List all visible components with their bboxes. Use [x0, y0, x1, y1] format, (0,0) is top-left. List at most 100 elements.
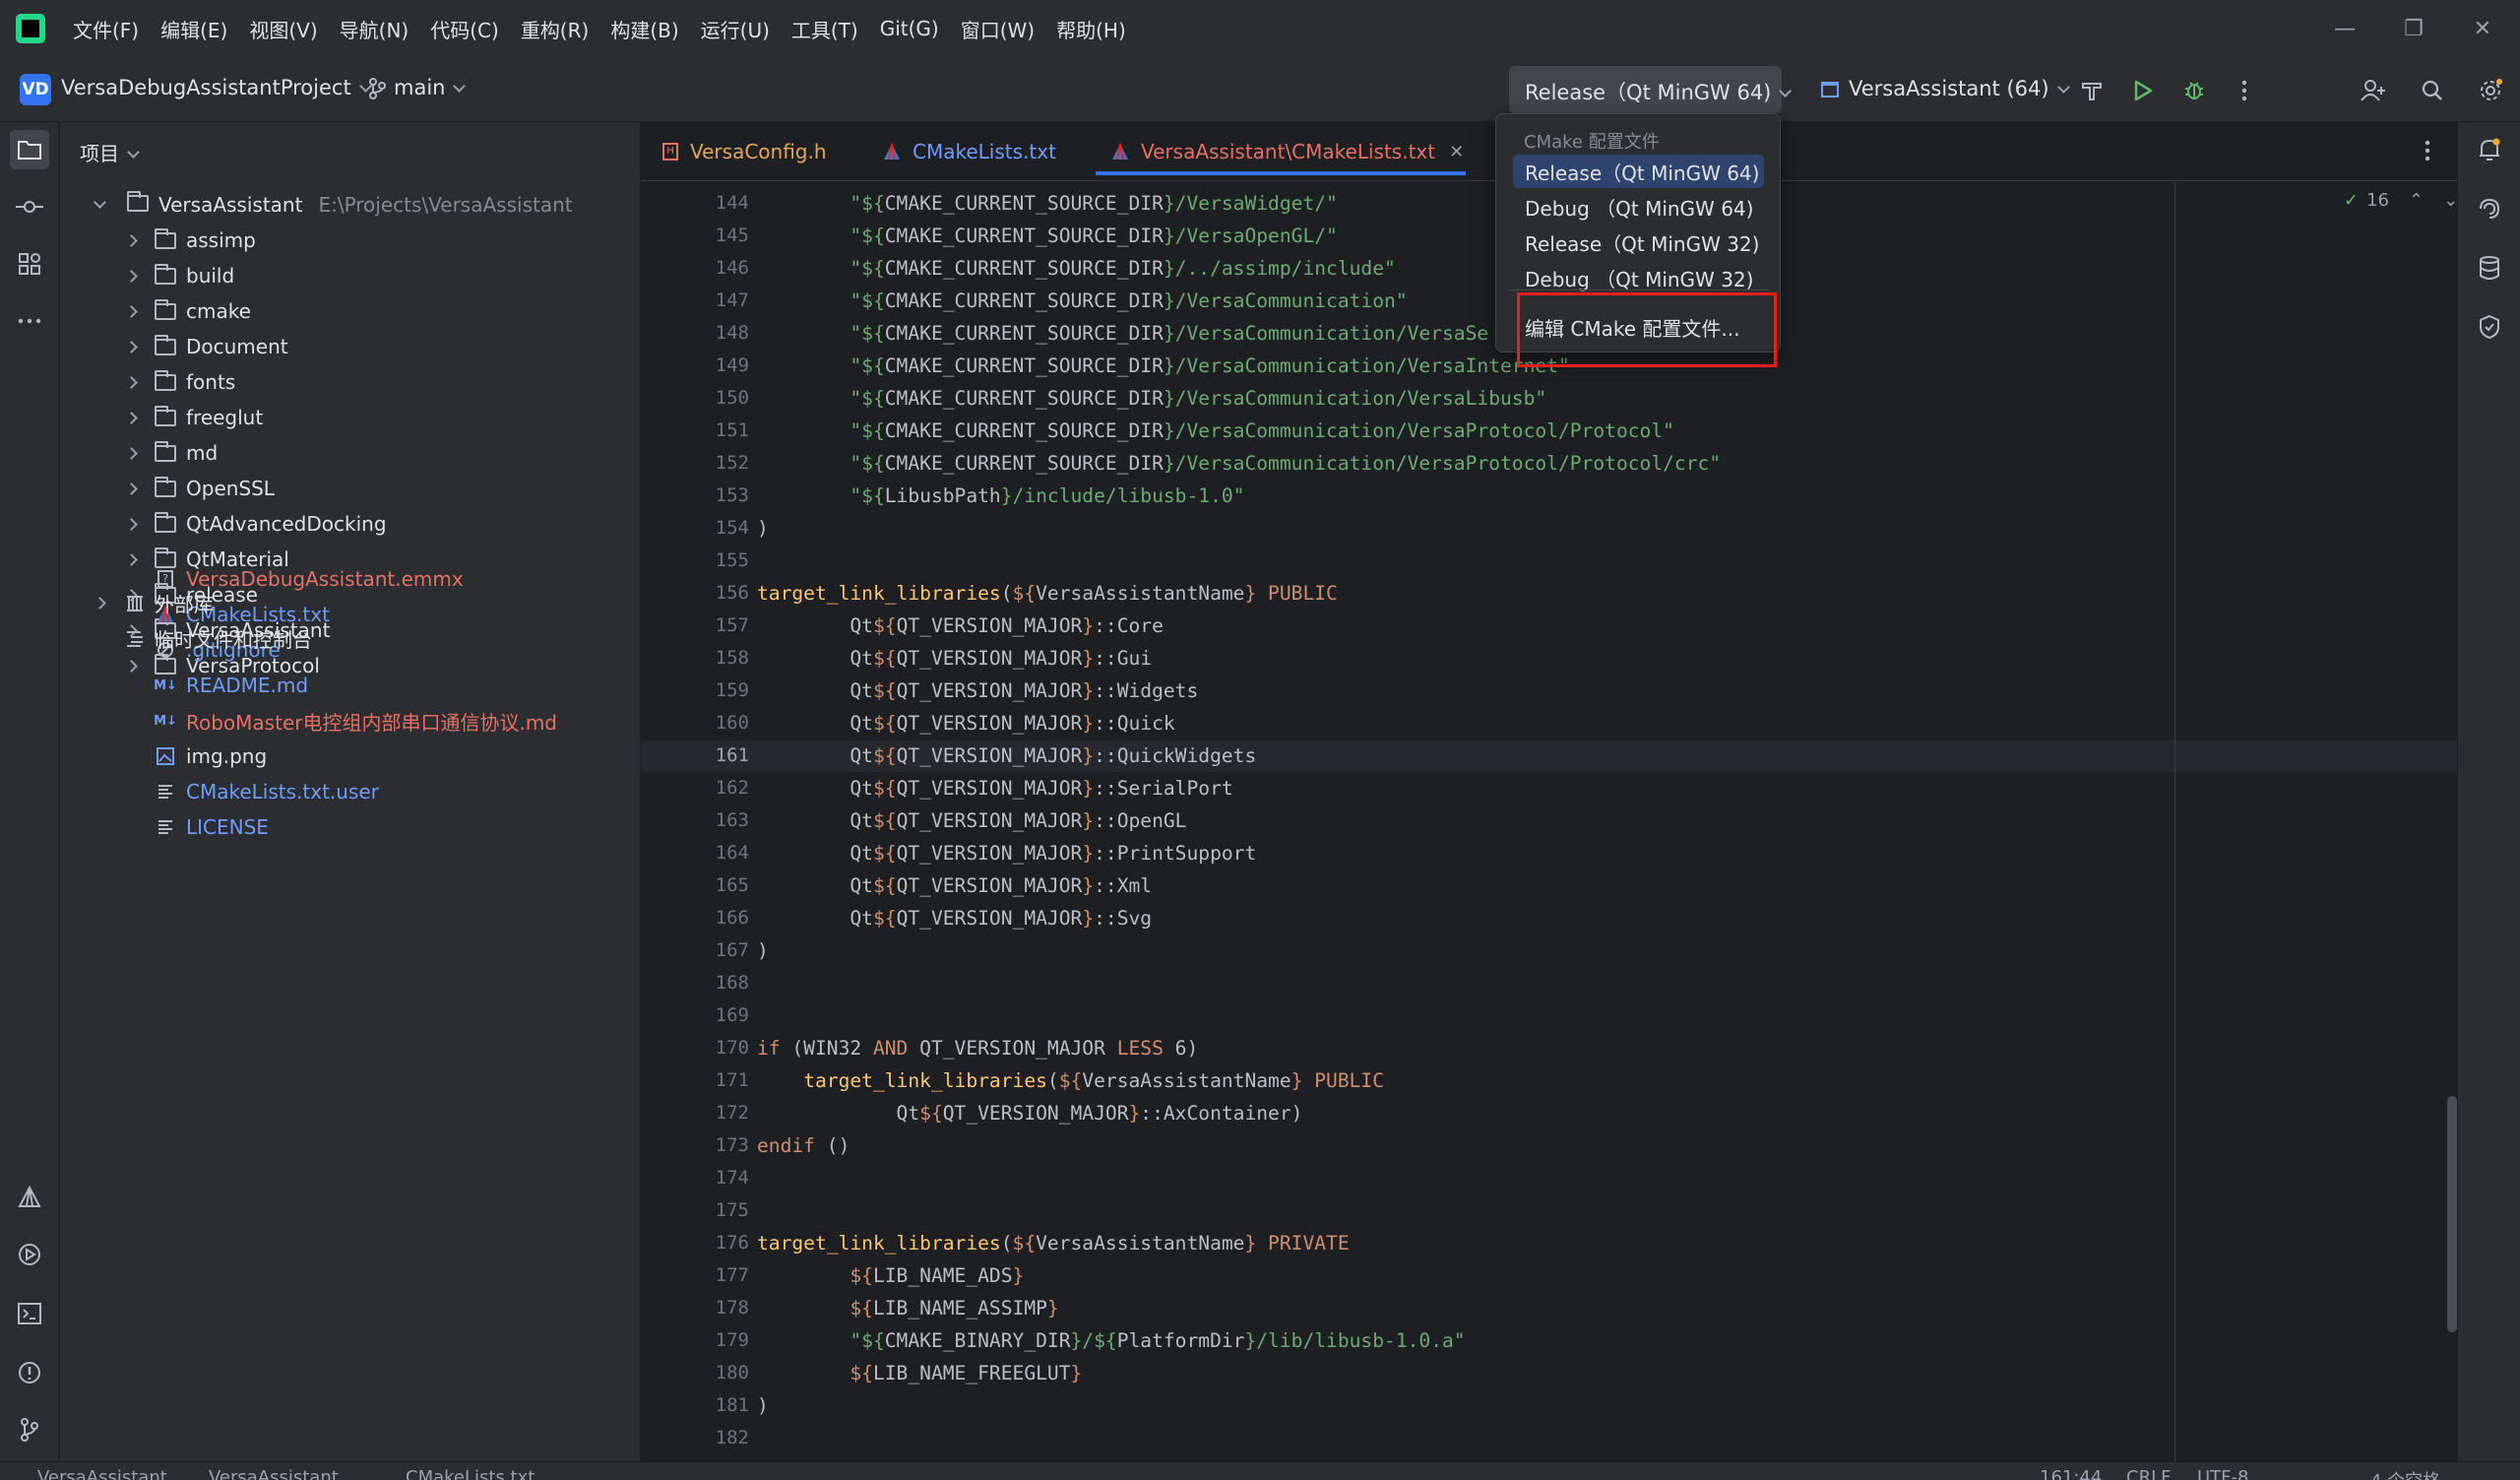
line-number[interactable]: 151: [641, 419, 749, 441]
notifications-bell-icon[interactable]: [2470, 130, 2509, 169]
structure-icon[interactable]: [10, 244, 49, 284]
profile-release-mingw64[interactable]: Release（Qt MinGW 64): [1513, 155, 1764, 188]
terminal-icon[interactable]: [10, 1294, 49, 1333]
line-number[interactable]: 167: [641, 939, 749, 961]
line-separator[interactable]: CRLF: [2126, 1467, 2171, 1480]
line-number[interactable]: 158: [641, 647, 749, 669]
breadcrumb-0[interactable]: VersaAssistant: [37, 1467, 167, 1480]
tree-folder[interactable]: md: [60, 435, 640, 471]
line-number[interactable]: 157: [641, 614, 749, 636]
profile-release-mingw32[interactable]: Release（Qt MinGW 32): [1513, 225, 1764, 259]
tree-folder[interactable]: QtAdvancedDocking: [60, 506, 640, 542]
build-hammer-icon[interactable]: [2075, 74, 2109, 107]
tree-external-libs[interactable]: 外部库: [60, 585, 640, 620]
close-tab-icon[interactable]: ✕: [1449, 142, 1464, 162]
code-line[interactable]: "${CMAKE_BINARY_DIR}/${PlatformDir}/lib/…: [757, 1329, 1465, 1352]
expand-arrow-icon[interactable]: [124, 375, 138, 389]
expand-arrow-icon[interactable]: [93, 596, 106, 610]
line-number[interactable]: 164: [641, 842, 749, 864]
tree-folder[interactable]: cmake: [60, 293, 640, 329]
tree-file[interactable]: img.png: [60, 739, 640, 774]
line-number[interactable]: 146: [641, 257, 749, 279]
line-number[interactable]: 173: [641, 1134, 749, 1156]
line-number[interactable]: 166: [641, 907, 749, 929]
editor-scrollbar-thumb[interactable]: [2447, 1096, 2457, 1332]
menu-refactor[interactable]: 重构(R): [521, 15, 590, 43]
file-encoding[interactable]: UTF-8: [2197, 1467, 2248, 1480]
code-line[interactable]: target_link_libraries(${VersaAssistantNa…: [757, 582, 1338, 605]
tree-file[interactable]: CMakeLists.txt.user: [60, 774, 640, 809]
debug-bug-icon[interactable]: [2177, 74, 2211, 107]
tree-root[interactable]: VersaAssistant E:\Projects\VersaAssistan…: [60, 187, 640, 223]
line-number[interactable]: 180: [641, 1362, 749, 1383]
code-line[interactable]: "${LibusbPath}/include/libusb-1.0": [757, 484, 1244, 507]
line-number[interactable]: 171: [641, 1069, 749, 1091]
line-number[interactable]: 179: [641, 1329, 749, 1351]
restore-icon[interactable]: ❐: [2379, 0, 2448, 57]
project-switcher[interactable]: VersaDebugAssistantProject: [61, 76, 372, 99]
menu-navigate[interactable]: 导航(N): [340, 15, 410, 43]
line-number[interactable]: 176: [641, 1232, 749, 1254]
tree-scratches[interactable]: 临时文件和控制台: [60, 620, 640, 656]
search-icon[interactable]: [2416, 74, 2449, 107]
inspection-widget[interactable]: ✓ 16 ⌃ ⌄: [2344, 190, 2458, 211]
code-line[interactable]: Qt${QT_VERSION_MAJOR}::Core: [757, 614, 1164, 637]
line-number[interactable]: 174: [641, 1167, 749, 1189]
menu-run[interactable]: 运行(U): [701, 15, 770, 43]
line-number[interactable]: 145: [641, 225, 749, 246]
code-line[interactable]: target_link_libraries(${VersaAssistantNa…: [757, 1232, 1350, 1255]
code-line[interactable]: Qt${QT_VERSION_MAJOR}::Quick: [757, 712, 1174, 735]
project-panel-header[interactable]: 项目: [80, 138, 140, 166]
line-number[interactable]: 172: [641, 1102, 749, 1124]
cursor-position[interactable]: 161:44: [2040, 1467, 2102, 1480]
code-line[interactable]: ): [757, 1394, 769, 1417]
code-line[interactable]: endif (): [757, 1134, 850, 1157]
tree-folder[interactable]: OpenSSL: [60, 471, 640, 506]
cmake-tool-icon[interactable]: [10, 1178, 49, 1217]
branch-switcher[interactable]: main: [368, 76, 467, 99]
code-line[interactable]: ${LIB_NAME_FREEGLUT}: [757, 1362, 1082, 1384]
tree-file[interactable]: M↓ RoboMaster电控组内部串口通信协议.md: [60, 703, 640, 739]
security-shield-icon[interactable]: [2470, 307, 2509, 347]
expand-arrow-icon[interactable]: [124, 233, 138, 247]
code-line[interactable]: "${CMAKE_CURRENT_SOURCE_DIR}/VersaCommun…: [757, 419, 1674, 442]
code-line[interactable]: target_link_libraries(${VersaAssistantNa…: [757, 1069, 1384, 1092]
tree-folder[interactable]: freeglut: [60, 400, 640, 435]
code-line[interactable]: ${LIB_NAME_ADS}: [757, 1264, 1024, 1287]
line-number[interactable]: 154: [641, 517, 749, 539]
line-number[interactable]: 147: [641, 290, 749, 311]
code-line[interactable]: Qt${QT_VERSION_MAJOR}::Xml: [757, 874, 1152, 897]
line-number[interactable]: 152: [641, 452, 749, 474]
line-number[interactable]: 149: [641, 354, 749, 376]
code-line[interactable]: ): [757, 517, 769, 540]
code-editor[interactable]: 144 "${CMAKE_CURRENT_SOURCE_DIR}/VersaWi…: [641, 182, 2520, 1461]
line-number[interactable]: 165: [641, 874, 749, 896]
expand-arrow-icon[interactable]: [124, 269, 138, 283]
line-number[interactable]: 159: [641, 679, 749, 701]
minimize-icon[interactable]: —: [2310, 0, 2379, 57]
menu-code[interactable]: 代码(C): [430, 15, 499, 43]
line-number[interactable]: 155: [641, 549, 749, 571]
breadcrumb-2[interactable]: CMakeLists.txt: [406, 1467, 535, 1480]
line-number[interactable]: 168: [641, 972, 749, 994]
line-number[interactable]: 160: [641, 712, 749, 734]
code-line[interactable]: Qt${QT_VERSION_MAJOR}::Widgets: [757, 679, 1198, 702]
indent-setting[interactable]: 4 个空格: [2370, 1467, 2440, 1480]
code-line[interactable]: "${CMAKE_CURRENT_SOURCE_DIR}/VersaWidget…: [757, 192, 1337, 215]
code-line[interactable]: "${CMAKE_CURRENT_SOURCE_DIR}/VersaCommun…: [757, 387, 1546, 410]
git-icon[interactable]: [10, 1410, 49, 1449]
expand-arrow-icon[interactable]: [124, 304, 138, 318]
line-number[interactable]: 153: [641, 484, 749, 506]
expand-arrow-icon[interactable]: [124, 517, 138, 531]
expand-arrow-icon[interactable]: [124, 411, 138, 424]
services-icon[interactable]: [10, 1235, 49, 1274]
ai-assistant-icon[interactable]: [2470, 189, 2509, 228]
breadcrumb-1[interactable]: VersaAssistant: [209, 1467, 339, 1480]
code-line[interactable]: Qt${QT_VERSION_MAJOR}::QuickWidgets: [757, 744, 1256, 767]
line-number[interactable]: 182: [641, 1427, 749, 1448]
code-line[interactable]: Qt${QT_VERSION_MAJOR}::Gui: [757, 647, 1152, 670]
menu-view[interactable]: 视图(V): [249, 15, 317, 43]
menu-tools[interactable]: 工具(T): [791, 15, 858, 43]
code-line[interactable]: "${CMAKE_CURRENT_SOURCE_DIR}/VersaOpenGL…: [757, 225, 1337, 247]
tree-folder[interactable]: fonts: [60, 364, 640, 400]
